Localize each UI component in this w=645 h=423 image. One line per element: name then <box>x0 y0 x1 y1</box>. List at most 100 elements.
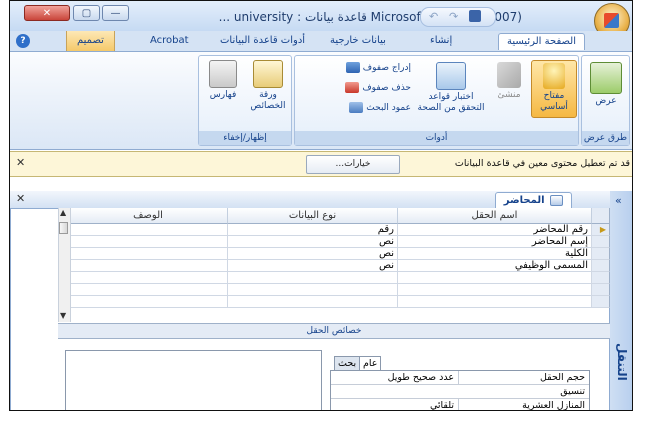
tab-lookup[interactable]: بحث <box>334 356 361 371</box>
tab-external-data[interactable]: بيانات خارجية <box>330 35 386 46</box>
row-selector[interactable] <box>592 248 610 260</box>
document-tab-lecturer[interactable]: المحاضر <box>494 192 572 209</box>
nav-expand-icon[interactable]: « <box>615 194 622 207</box>
tools-group: مفتاح أساسي منشئ اختبار قواعد التحقق من … <box>294 55 579 146</box>
options-button[interactable]: خيارات... <box>306 155 400 174</box>
lookup-column-button[interactable]: عمود البحث <box>311 102 411 113</box>
property-sheet-button[interactable]: ورقة الخصائص <box>245 60 291 112</box>
property-row[interactable]: المنازل العشرية تلقائي <box>330 399 589 411</box>
field-name-cell[interactable] <box>398 284 592 296</box>
minimize-button[interactable]: — <box>102 5 129 21</box>
view-label: عرض <box>595 96 617 106</box>
description-cell[interactable] <box>69 272 228 284</box>
table-row[interactable]: إسم المحاضر نص <box>69 236 610 248</box>
datasheet-view-icon <box>590 62 622 94</box>
redo-icon[interactable]: ↷ <box>449 10 458 23</box>
document-tab-label: المحاضر <box>503 195 545 206</box>
field-name-cell[interactable]: المسمى الوظيفي <box>398 260 592 272</box>
builder-label: منشئ <box>497 90 521 100</box>
description-cell[interactable] <box>69 236 228 248</box>
tab-create[interactable]: إنشاء <box>430 35 452 46</box>
description-cell[interactable] <box>69 284 228 296</box>
field-name-cell[interactable]: إسم المحاضر <box>398 236 592 248</box>
row-selector[interactable] <box>592 284 610 296</box>
table-row[interactable] <box>69 296 610 308</box>
table-icon <box>550 194 563 206</box>
property-name: تنسيق <box>560 386 585 397</box>
maximize-button[interactable]: ▢ <box>73 5 100 21</box>
show-hide-group: ورقة الخصائص فهارس إظهار/إخفاء <box>198 55 292 146</box>
description-cell[interactable] <box>69 260 228 272</box>
table-row[interactable] <box>69 272 610 284</box>
data-type-cell[interactable]: نص <box>228 236 398 248</box>
table-row[interactable]: الكلية نص <box>69 248 610 260</box>
lookup-column-label: عمود البحث <box>366 103 411 113</box>
data-type-cell[interactable] <box>228 296 398 308</box>
views-group: عرض طرق عرض <box>581 55 630 146</box>
builder-button[interactable]: منشئ <box>489 62 529 101</box>
primary-key-indicator-icon: ▶ <box>592 224 610 236</box>
description-cell[interactable] <box>69 224 228 236</box>
property-row[interactable]: تنسيق <box>331 385 589 399</box>
message-bar: ✕ خيارات... قد تم تعطيل محتوى معين في قا… <box>10 151 632 177</box>
insert-rows-icon <box>345 62 360 73</box>
ribbon-tabs: ? تصميم Acrobat أدوات قاعدة البيانات بيا… <box>10 31 632 52</box>
help-icon[interactable]: ? <box>16 34 30 48</box>
message-bar-close-icon[interactable]: ✕ <box>16 156 25 169</box>
field-name-cell[interactable]: الكلية <box>398 248 592 260</box>
field-name-cell[interactable]: رقم المحاضر <box>398 224 592 236</box>
view-button[interactable]: عرض <box>585 62 627 107</box>
data-type-cell[interactable] <box>228 272 398 284</box>
property-row[interactable]: حجم الحقل عدد صحيح طويل <box>331 371 589 385</box>
row-selector[interactable] <box>592 296 610 308</box>
tab-acrobat[interactable]: Acrobat <box>150 35 189 46</box>
validation-check-icon <box>436 62 466 90</box>
primary-key-button[interactable]: مفتاح أساسي <box>531 60 577 118</box>
column-header-field-name: اسم الحقل <box>398 208 592 224</box>
test-validation-button[interactable]: اختبار قواعد التحقق من الصحة <box>415 62 487 114</box>
delete-rows-button[interactable]: حذف صفوف <box>311 82 411 93</box>
tab-home[interactable]: الصفحة الرئيسية <box>498 33 585 50</box>
data-type-cell[interactable]: نص <box>228 248 398 260</box>
scroll-thumb[interactable] <box>59 222 68 234</box>
property-name: حجم الحقل <box>539 372 585 383</box>
tab-database-tools[interactable]: أدوات قاعدة البيانات <box>220 35 305 46</box>
fields-grid: ▶ رقم المحاضر رقم إسم المحاضر نص الكلية … <box>69 224 610 308</box>
data-type-cell[interactable] <box>228 284 398 296</box>
undo-icon[interactable]: ↶ <box>429 10 438 23</box>
indexes-button[interactable]: فهارس <box>203 60 243 101</box>
close-button[interactable]: ✕ <box>24 5 70 21</box>
field-name-cell[interactable] <box>398 296 592 308</box>
description-cell[interactable] <box>69 296 228 308</box>
tab-general[interactable]: عام <box>359 356 382 371</box>
description-cell[interactable] <box>69 248 228 260</box>
lookup-column-icon <box>349 102 364 113</box>
title-bar: ✕ ▢ — Microsoft - (Access 2007) قاعدة بي… <box>10 1 632 39</box>
delete-rows-label: حذف صفوف <box>362 83 411 93</box>
tab-design[interactable]: تصميم <box>66 31 115 51</box>
save-icon[interactable] <box>469 10 481 22</box>
data-type-cell[interactable]: نص <box>228 260 398 272</box>
table-row[interactable]: ▶ رقم المحاضر رقم <box>69 224 610 236</box>
row-selector[interactable] <box>592 260 610 272</box>
scroll-up-icon[interactable]: ▲ <box>60 208 66 217</box>
property-value[interactable]: عدد صحيح طويل <box>330 371 459 384</box>
access-window: ✕ ▢ — Microsoft - (Access 2007) قاعدة بي… <box>9 0 633 411</box>
grid-scrollbar[interactable]: ▲ ▼ <box>58 208 71 322</box>
row-selector[interactable] <box>592 272 610 284</box>
insert-rows-button[interactable]: إدراج صفوف <box>311 62 411 73</box>
row-selector[interactable] <box>592 236 610 248</box>
property-name: المنازل العشرية <box>522 400 585 411</box>
table-row[interactable] <box>69 284 610 296</box>
field-name-cell[interactable] <box>398 272 592 284</box>
close-document-icon[interactable]: ✕ <box>16 192 25 205</box>
column-header-data-type: نوع البيانات <box>228 208 398 224</box>
data-type-cell[interactable]: رقم <box>228 224 398 236</box>
scroll-down-icon[interactable]: ▼ <box>60 311 66 320</box>
table-row[interactable]: المسمى الوظيفي نص <box>69 260 610 272</box>
delete-rows-icon <box>345 82 360 93</box>
test-validation-label: اختبار قواعد التحقق من الصحة <box>417 92 485 113</box>
key-icon <box>543 63 565 89</box>
ribbon: عرض طرق عرض مفتاح أساسي منشئ اختبار قواع… <box>10 52 632 150</box>
property-value[interactable]: تلقائي <box>330 399 459 410</box>
